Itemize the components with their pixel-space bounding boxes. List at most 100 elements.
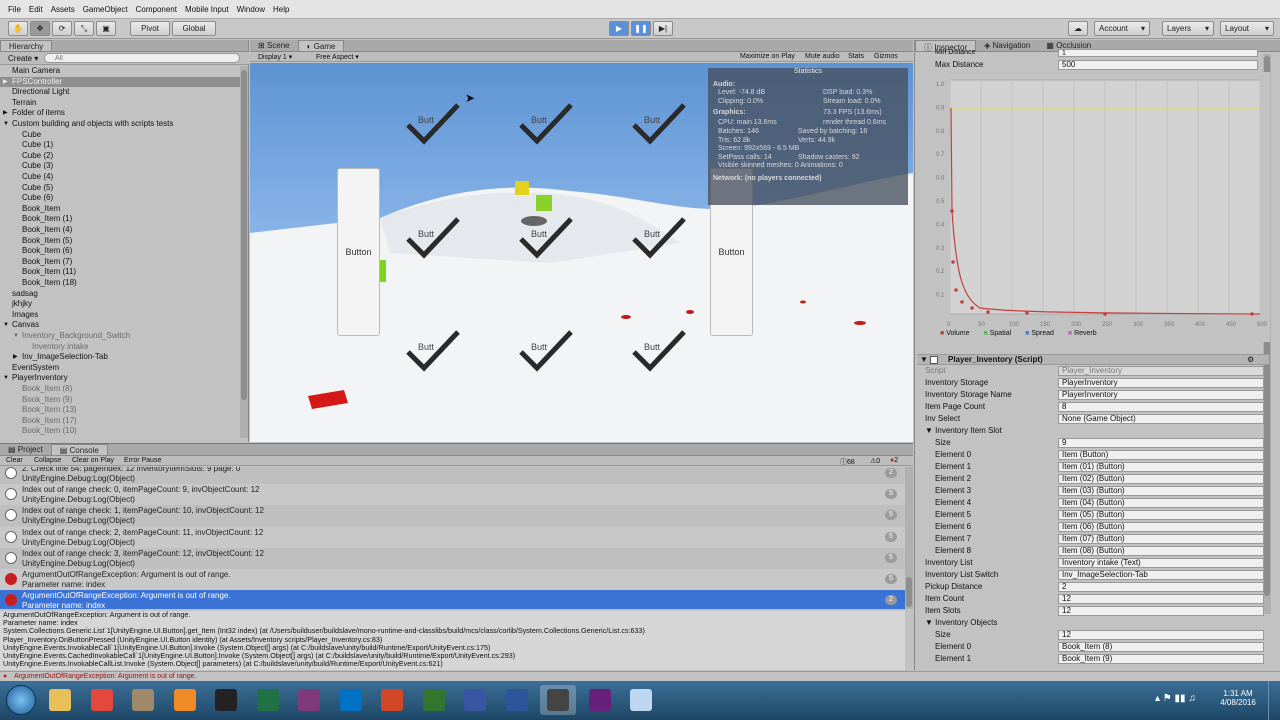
inspector-field-value[interactable]: Book_Item (9) bbox=[1058, 654, 1264, 664]
inventory-slot-button[interactable]: Butt bbox=[628, 101, 688, 149]
inspector-field-value[interactable]: Item (01) (Button) bbox=[1058, 462, 1264, 472]
explorer-icon[interactable] bbox=[42, 685, 78, 715]
console-log-row[interactable]: Index out of range check: 3, itemPageCou… bbox=[0, 547, 905, 569]
aspect-dropdown[interactable]: Free Aspect ▾ bbox=[316, 53, 359, 61]
inventory-slot-button[interactable]: Butt bbox=[628, 328, 688, 376]
inspector-field-value[interactable]: Book_Item (8) bbox=[1058, 642, 1264, 652]
hierarchy-item[interactable]: Book_Item (18) bbox=[0, 278, 240, 289]
unity-dark-icon[interactable] bbox=[208, 685, 244, 715]
maximize-on-play-toggle[interactable]: Maximize on Play bbox=[740, 53, 795, 60]
tray-icons[interactable]: ▴ ⚑ ▮▮ ♫ bbox=[1155, 693, 1196, 704]
hierarchy-item[interactable]: ▼ Canvas bbox=[0, 320, 240, 331]
visual-studio-icon[interactable] bbox=[582, 685, 618, 715]
hierarchy-item[interactable]: Book_Item (13) bbox=[0, 405, 240, 416]
console-log-row[interactable]: 2. Check line 54: pageIndex: 12 inventor… bbox=[0, 467, 905, 484]
tab-scene[interactable]: ⊞ Scene bbox=[250, 40, 298, 51]
console-log-row[interactable]: Index out of range check: 0, itemPageCou… bbox=[0, 484, 905, 506]
game-viewport[interactable]: Butt Butt Butt Butt Butt Butt Butt Butt Butt But… bbox=[250, 63, 913, 442]
hierarchy-item[interactable]: Cube (6) bbox=[0, 193, 240, 204]
hierarchy-item[interactable]: Cube (3) bbox=[0, 161, 240, 172]
hierarchy-item[interactable]: Book_Item bbox=[0, 204, 240, 215]
hierarchy-item[interactable]: Book_Item (7) bbox=[0, 257, 240, 268]
left-page-button[interactable]: Button bbox=[337, 168, 380, 336]
hierarchy-item[interactable]: ▶ Folder of items bbox=[0, 108, 240, 119]
menu-help[interactable]: Help bbox=[273, 5, 289, 14]
hierarchy-item[interactable]: Book_Item (17) bbox=[0, 416, 240, 427]
inspector-field-value[interactable]: Item (Button) bbox=[1058, 450, 1264, 460]
project-icon[interactable] bbox=[416, 685, 452, 715]
inspector-field-label[interactable]: ▼ Inventory Item Slot bbox=[925, 426, 1002, 435]
stats-toggle[interactable]: Stats bbox=[848, 53, 864, 60]
cloud-icon[interactable]: ☁ bbox=[1068, 21, 1088, 36]
onenote-icon[interactable] bbox=[291, 685, 327, 715]
inspector-field-value[interactable]: Item (06) (Button) bbox=[1058, 522, 1264, 532]
inspector-field-value[interactable]: PlayerInventory bbox=[1058, 378, 1264, 388]
hierarchy-item[interactable]: Cube bbox=[0, 130, 240, 141]
inspector-field-value[interactable]: Item (03) (Button) bbox=[1058, 486, 1264, 496]
component-header[interactable]: ▼ Player_Inventory (Script) ⚙ bbox=[917, 354, 1269, 365]
layers-dropdown[interactable]: Layers ▾ bbox=[1162, 21, 1214, 36]
media-icon[interactable] bbox=[167, 685, 203, 715]
hierarchy-item[interactable]: Book_Item (9) bbox=[0, 395, 240, 406]
hierarchy-item[interactable]: ▼ PlayerInventory bbox=[0, 373, 240, 384]
hierarchy-item[interactable]: Directional Light bbox=[0, 87, 240, 98]
tab-project[interactable]: ▤ Project bbox=[0, 444, 51, 455]
pyramid-icon[interactable] bbox=[125, 685, 161, 715]
tab-game[interactable]: ◐ Game bbox=[297, 40, 345, 51]
hierarchy-item[interactable]: Book_Item (6) bbox=[0, 246, 240, 257]
word-icon[interactable] bbox=[499, 685, 535, 715]
inspector-field-value[interactable]: 12 bbox=[1058, 606, 1264, 616]
status-message[interactable]: ArgumentOutOfRangeException: Argument is… bbox=[14, 673, 197, 680]
hierarchy-item[interactable]: ▼ Inventory_Background_Switch bbox=[0, 331, 240, 342]
min-distance-field[interactable]: 1 bbox=[1058, 49, 1258, 57]
pause-button[interactable]: ❚❚ bbox=[631, 21, 651, 36]
visio-icon[interactable] bbox=[457, 685, 493, 715]
unity-icon[interactable] bbox=[540, 685, 576, 715]
inspector-field-value[interactable]: 8 bbox=[1058, 402, 1264, 412]
inspector-field-value[interactable]: Item (02) (Button) bbox=[1058, 474, 1264, 484]
hierarchy-foldout-icon[interactable]: ▶ bbox=[3, 77, 8, 88]
inspector-field-value[interactable]: 12 bbox=[1058, 630, 1264, 640]
tab-navigation[interactable]: ◈ Navigation bbox=[976, 40, 1038, 51]
component-enabled-checkbox[interactable] bbox=[930, 356, 938, 364]
hierarchy-item[interactable]: Cube (4) bbox=[0, 172, 240, 183]
hierarchy-foldout-icon[interactable]: ▼ bbox=[3, 320, 9, 331]
inspector-field-value[interactable]: Item (04) (Button) bbox=[1058, 498, 1264, 508]
hierarchy-foldout-icon[interactable]: ▼ bbox=[3, 119, 9, 130]
hierarchy-item[interactable]: Book_Item (11) bbox=[0, 267, 240, 278]
menu-assets[interactable]: Assets bbox=[51, 5, 75, 14]
global-toggle[interactable]: Global bbox=[172, 21, 216, 36]
hierarchy-item[interactable]: Book_Item (5) bbox=[0, 236, 240, 247]
inspector-field-label[interactable]: ▼ Inventory Objects bbox=[925, 618, 997, 627]
hierarchy-item[interactable]: ▶ Inv_ImageSelection-Tab bbox=[0, 352, 240, 363]
console-log-row[interactable]: Index out of range check: 1, itemPageCou… bbox=[0, 505, 905, 527]
inspector-field-value[interactable]: 2 bbox=[1058, 582, 1264, 592]
menu-mobile-input[interactable]: Mobile Input bbox=[185, 5, 229, 14]
hierarchy-item[interactable]: Book_Item (1) bbox=[0, 214, 240, 225]
menu-window[interactable]: Window bbox=[237, 5, 265, 14]
hierarchy-foldout-icon[interactable]: ▼ bbox=[13, 331, 19, 342]
info-count[interactable]: ⓘ68 bbox=[840, 457, 855, 467]
mute-audio-toggle[interactable]: Mute audio bbox=[805, 53, 840, 60]
inspector-field-value[interactable]: Inv_ImageSelection-Tab bbox=[1058, 570, 1264, 580]
hierarchy-item[interactable]: Images bbox=[0, 310, 240, 321]
account-dropdown[interactable]: Account ▾ bbox=[1094, 21, 1150, 36]
console-log-row[interactable]: ArgumentOutOfRangeException: Argument is… bbox=[0, 569, 905, 590]
menu-file[interactable]: File bbox=[8, 5, 21, 14]
tab-hierarchy[interactable]: Hierarchy bbox=[0, 40, 53, 51]
hierarchy-item[interactable]: Cube (1) bbox=[0, 140, 240, 151]
hierarchy-scrollbar[interactable] bbox=[240, 66, 248, 438]
layout-dropdown[interactable]: Layout ▾ bbox=[1220, 21, 1274, 36]
inventory-slot-button[interactable]: Butt bbox=[515, 215, 575, 263]
max-distance-field[interactable]: 500 bbox=[1058, 60, 1258, 70]
hierarchy-item[interactable]: Book_Item (8) bbox=[0, 384, 240, 395]
start-button[interactable] bbox=[6, 685, 36, 715]
paint-icon[interactable] bbox=[623, 685, 659, 715]
hierarchy-foldout-icon[interactable]: ▶ bbox=[13, 352, 18, 363]
hierarchy-search-input[interactable] bbox=[44, 53, 240, 63]
inventory-slot-button[interactable]: Butt bbox=[515, 328, 575, 376]
inspector-field-value[interactable]: 9 bbox=[1058, 438, 1264, 448]
clear-button[interactable]: Clear bbox=[6, 457, 23, 464]
move-tool-icon[interactable]: ✥ bbox=[30, 21, 50, 36]
show-desktop-button[interactable] bbox=[1268, 681, 1280, 720]
